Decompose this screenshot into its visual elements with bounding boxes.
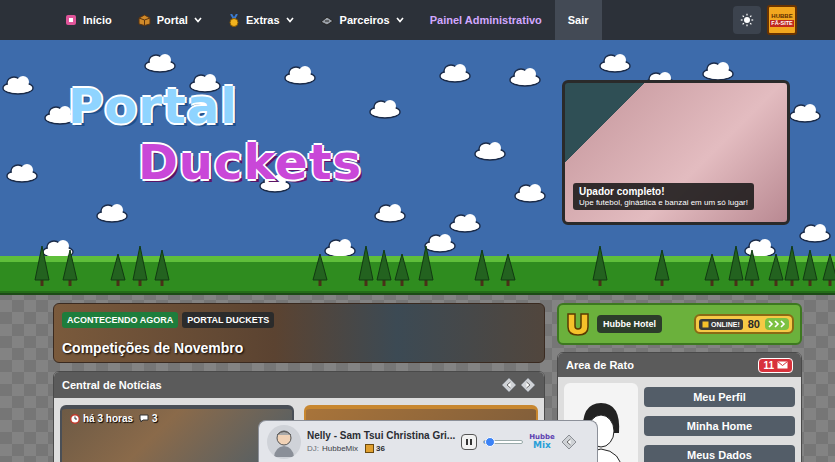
banner-tag: PORTAL DUCKETS — [182, 312, 274, 328]
cloud-icon — [97, 204, 127, 222]
cloud-icon — [510, 68, 540, 86]
cloud-icon — [375, 204, 405, 222]
nav-item[interactable]: Extras — [215, 0, 307, 40]
profile-button[interactable]: Meus Dados — [644, 445, 795, 462]
top-nav: InícioPortalExtrasParceirosPainel Admini… — [0, 0, 835, 40]
sun-icon — [740, 13, 754, 27]
hotel-icon — [702, 321, 709, 328]
cloud-icon — [450, 214, 480, 232]
tree-icon — [501, 254, 515, 286]
hotel-card[interactable]: Hubbe Hotel ONLINE!80 — [557, 303, 802, 345]
cloud-icon — [440, 64, 470, 82]
site-logo[interactable]: PortalDuckets — [68, 80, 362, 186]
tree-icon — [785, 246, 799, 286]
partners-icon — [320, 15, 334, 26]
nav-item[interactable]: Parceiros — [307, 0, 417, 40]
cloud-icon — [800, 224, 830, 242]
cloud-icon — [370, 100, 400, 118]
panel-header: Area de Rato11 — [558, 353, 801, 377]
radio-logo: HubbeMix — [529, 434, 555, 450]
cloud-icon — [703, 62, 733, 80]
dj-info: DJ:HubbeMix36 — [307, 444, 455, 453]
tree-icon — [377, 250, 391, 286]
slide-caption: Upador completo!Upe futebol, ginástica e… — [573, 183, 754, 210]
cloud-icon — [515, 184, 545, 202]
arrow-left-icon[interactable] — [561, 434, 577, 450]
enter-arrows-icon — [768, 320, 786, 328]
arrow-right-icon[interactable] — [520, 377, 536, 393]
theme-button[interactable] — [733, 6, 761, 34]
tree-icon — [133, 246, 147, 286]
messages-badge[interactable]: 11 — [758, 358, 793, 373]
tree-icon — [769, 254, 783, 286]
dj-avatar-icon — [271, 427, 297, 457]
clock-icon — [70, 414, 80, 424]
cloud-icon — [325, 239, 355, 257]
play-pause-button[interactable] — [461, 434, 477, 450]
listeners-icon — [365, 444, 374, 453]
cloud-icon — [3, 76, 33, 94]
comment-icon — [139, 414, 149, 423]
volume-slider[interactable] — [483, 440, 523, 444]
tree-icon — [823, 254, 835, 286]
tree-icon — [745, 250, 759, 286]
home-icon — [65, 14, 77, 26]
track-title: Nelly - Sam Tsui Christina Gri... — [307, 430, 455, 441]
nav-item[interactable]: Sair — [555, 0, 602, 40]
nav-item[interactable]: Portal — [125, 0, 215, 40]
tree-icon — [475, 250, 489, 286]
cloud-icon — [600, 54, 630, 72]
cloud-icon — [7, 164, 37, 182]
tree-icon — [593, 246, 607, 286]
tree-icon — [419, 246, 433, 286]
nav-list: InícioPortalExtrasParceirosPainel Admini… — [52, 0, 602, 40]
chevron-down-icon — [396, 17, 404, 23]
online-counter[interactable]: ONLINE!80 — [694, 314, 794, 334]
box-icon — [138, 14, 151, 26]
page: InícioPortalExtrasParceirosPainel Admini… — [0, 0, 835, 462]
tree-icon — [63, 250, 77, 286]
tree-icon — [395, 254, 409, 286]
tree-icon — [729, 246, 743, 286]
nav-item[interactable]: Início — [52, 0, 125, 40]
medal-icon — [228, 14, 240, 27]
arrow-left-icon[interactable] — [501, 377, 517, 393]
pause-icon — [465, 438, 473, 446]
tree-icon — [111, 254, 125, 286]
hotel-logo-icon — [565, 311, 591, 337]
tree-icon — [35, 246, 49, 286]
event-banner[interactable]: ACONTECENDO AGORAPORTAL DUCKETSCompetiçõ… — [53, 303, 545, 363]
profile-button[interactable]: Minha Home — [644, 416, 795, 436]
hero: PortalDuckets Upador completo!Upe futebol… — [0, 40, 835, 295]
tree-icon — [803, 250, 817, 286]
cloud-icon — [285, 66, 315, 84]
nav-right: HUBBEFÃ-SITE — [733, 0, 797, 40]
fan-site-badge[interactable]: HUBBEFÃ-SITE — [767, 5, 797, 35]
cloud-icon — [145, 54, 175, 72]
tree-icon — [155, 250, 169, 286]
tree-icon — [705, 254, 719, 286]
cloud-icon — [745, 239, 775, 257]
profile-button[interactable]: Meu Perfil — [644, 387, 795, 407]
chevron-down-icon — [194, 17, 202, 23]
cloud-icon — [475, 142, 505, 160]
cloud-icon — [790, 104, 820, 122]
cloud-icon — [425, 234, 455, 252]
tree-icon — [359, 246, 373, 286]
dj-avatar — [267, 425, 301, 459]
hotel-name: Hubbe Hotel — [597, 315, 662, 333]
chevron-down-icon — [286, 17, 294, 23]
radio-player: Nelly - Sam Tsui Christina Gri... DJ:Hubb… — [258, 420, 598, 462]
mail-icon — [777, 361, 788, 369]
tree-icon — [655, 250, 669, 286]
nav-item[interactable]: Painel Administrativo — [417, 0, 555, 40]
featured-slide[interactable]: Upador completo!Upe futebol, ginástica e… — [562, 80, 790, 225]
panel-header: Central de Notícias — [54, 372, 544, 398]
tree-icon — [313, 254, 327, 286]
banner-tag: ACONTECENDO AGORA — [62, 312, 178, 328]
